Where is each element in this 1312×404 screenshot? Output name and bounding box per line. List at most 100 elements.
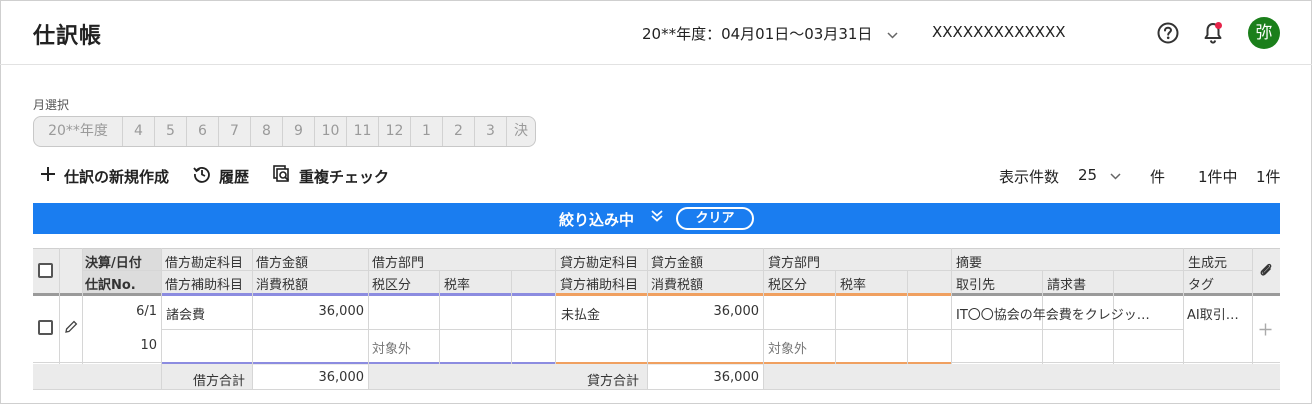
fiscal-period-text: 20**年度：04月01日〜03月31日 <box>642 25 873 43</box>
header-credit-tax-amount[interactable]: 消費税額 <box>651 274 703 293</box>
month-12[interactable]: 12 <box>379 117 411 146</box>
month-10[interactable]: 10 <box>315 117 347 146</box>
duplicate-search-icon <box>273 165 299 187</box>
col-divider <box>439 270 440 364</box>
row-credit-account: 未払金 <box>561 308 601 323</box>
chevron-down-icon <box>887 28 898 42</box>
month-year[interactable]: 20**年度 <box>34 117 123 146</box>
month-9[interactable]: 9 <box>283 117 315 146</box>
row-date: 6/1 <box>136 304 157 319</box>
total-summary: 1件中 <box>1198 168 1238 186</box>
row-bottom-border <box>33 362 161 363</box>
range-summary: 1件 <box>1256 168 1281 186</box>
header-tag[interactable]: タグ <box>1188 274 1214 293</box>
row-debit-account: 諸会費 <box>166 308 206 323</box>
month-8[interactable]: 8 <box>251 117 283 146</box>
month-1[interactable]: 1 <box>411 117 443 146</box>
row-memo: IT〇〇協会の年会費をクレジッ… <box>956 308 1150 323</box>
month-6[interactable]: 6 <box>187 117 219 146</box>
header-source[interactable]: 生成元 <box>1188 252 1227 271</box>
display-count-label: 表示件数 <box>999 168 1060 186</box>
row-bottom-border-rest <box>951 362 1280 363</box>
header-underline-base <box>33 293 161 296</box>
avatar[interactable]: 弥 <box>1248 17 1280 49</box>
col-divider <box>59 248 60 364</box>
header-debit-dept[interactable]: 借方部門 <box>372 252 424 271</box>
duplicate-check-label: 重複チェック <box>299 167 390 186</box>
header-underline-debit <box>161 293 555 296</box>
header-credit-account[interactable]: 貸方勘定科目 <box>560 252 638 271</box>
header-credit-sub[interactable]: 貸方補助科目 <box>560 274 638 293</box>
row-debit-amount: 36,000 <box>318 304 365 319</box>
credit-total-label: 貸方合計 <box>586 374 639 389</box>
header-credit-amount[interactable]: 貸方金額 <box>651 252 703 271</box>
col-divider <box>951 248 952 364</box>
debit-total-label: 借方合計 <box>192 374 245 389</box>
header-debit-tax-rate[interactable]: 税率 <box>444 274 470 293</box>
new-entry-button[interactable]: 仕訳の新規作成 <box>40 165 169 187</box>
month-4[interactable]: 4 <box>123 117 155 146</box>
duplicate-check-button[interactable]: 重複チェック <box>273 165 389 187</box>
chevron-down-icon <box>1110 166 1121 184</box>
fiscal-period-selector[interactable]: 20**年度：04月01日〜03月31日 <box>642 23 898 44</box>
header-debit-tax-cat[interactable]: 税区分 <box>372 274 411 293</box>
col-divider <box>161 248 162 390</box>
header-partner[interactable]: 取引先 <box>956 274 995 293</box>
toolbar: 仕訳の新規作成 履歴 重複チェック <box>40 165 413 187</box>
bell-icon[interactable] <box>1202 21 1224 45</box>
history-button[interactable]: 履歴 <box>193 165 249 187</box>
month-5[interactable]: 5 <box>155 117 187 146</box>
col-divider <box>907 270 908 364</box>
month-11[interactable]: 11 <box>347 117 379 146</box>
new-entry-label: 仕訳の新規作成 <box>64 167 170 186</box>
header-debit-amount[interactable]: 借方金額 <box>256 252 308 271</box>
company-name: XXXXXXXXXXXXX <box>932 23 1066 41</box>
header-invoice[interactable]: 請求書 <box>1047 274 1086 293</box>
add-attachment-icon[interactable] <box>1259 321 1272 340</box>
clear-filter-button[interactable]: クリア <box>676 207 754 230</box>
display-count-select[interactable]: 25 <box>1078 166 1121 184</box>
header-date[interactable]: 決算/日付 <box>85 252 142 271</box>
header-underline-rest <box>951 293 1280 296</box>
header-credit-tax-cat[interactable]: 税区分 <box>768 274 807 293</box>
row-credit-tax-cat: 対象外 <box>768 342 808 357</box>
col-divider <box>1183 248 1184 364</box>
display-count-value: 25 <box>1078 166 1098 184</box>
paperclip-icon[interactable] <box>1259 262 1273 282</box>
month-3[interactable]: 3 <box>475 117 507 146</box>
double-chevron-down-icon[interactable] <box>650 209 664 227</box>
header-debit-account[interactable]: 借方勘定科目 <box>165 252 243 271</box>
month-closing[interactable]: 決 <box>507 117 535 146</box>
page-title: 仕訳帳 <box>33 24 103 49</box>
row-credit-amount: 36,000 <box>713 304 760 319</box>
col-divider <box>763 248 764 390</box>
table-top-border <box>33 248 1280 249</box>
select-all-checkbox[interactable] <box>38 263 53 278</box>
month-2[interactable]: 2 <box>443 117 475 146</box>
header-entry-no[interactable]: 仕訳No. <box>85 274 136 293</box>
row-underline-debit <box>161 362 555 364</box>
debit-total-value: 36,000 <box>318 370 365 385</box>
header-credit-dept[interactable]: 貸方部門 <box>768 252 820 271</box>
table-bottom-border <box>33 389 1280 390</box>
month-selector-label: 月選択 <box>33 98 70 112</box>
header-debit-sub[interactable]: 借方補助科目 <box>165 274 243 293</box>
app-header: 仕訳帳 20**年度：04月01日〜03月31日 XXXXXXXXXXXXX 弥 <box>0 0 1312 65</box>
row-checkbox[interactable] <box>38 320 53 335</box>
filter-bar[interactable]: 絞り込み中 クリア <box>33 203 1280 234</box>
body-row-divider <box>161 329 1183 330</box>
header-credit-tax-rate[interactable]: 税率 <box>840 274 866 293</box>
col-divider <box>835 270 836 364</box>
journal-table: 決算/日付 借方勘定科目 借方金額 借方部門 貸方勘定科目 貸方金額 貸方部門 … <box>33 248 1280 390</box>
count-unit: 件 <box>1150 168 1166 186</box>
header-memo[interactable]: 摘要 <box>956 252 982 271</box>
history-label: 履歴 <box>219 167 250 186</box>
month-selector[interactable]: 20**年度 4 5 6 7 8 9 10 11 12 1 2 3 決 <box>33 116 536 147</box>
month-7[interactable]: 7 <box>219 117 251 146</box>
filter-status-label: 絞り込み中 <box>559 211 635 229</box>
pencil-icon[interactable] <box>64 319 78 338</box>
row-underline-credit <box>555 362 951 364</box>
row-source: AI取引… <box>1187 308 1239 323</box>
help-icon[interactable] <box>1157 22 1179 44</box>
header-debit-tax-amount[interactable]: 消費税額 <box>256 274 308 293</box>
